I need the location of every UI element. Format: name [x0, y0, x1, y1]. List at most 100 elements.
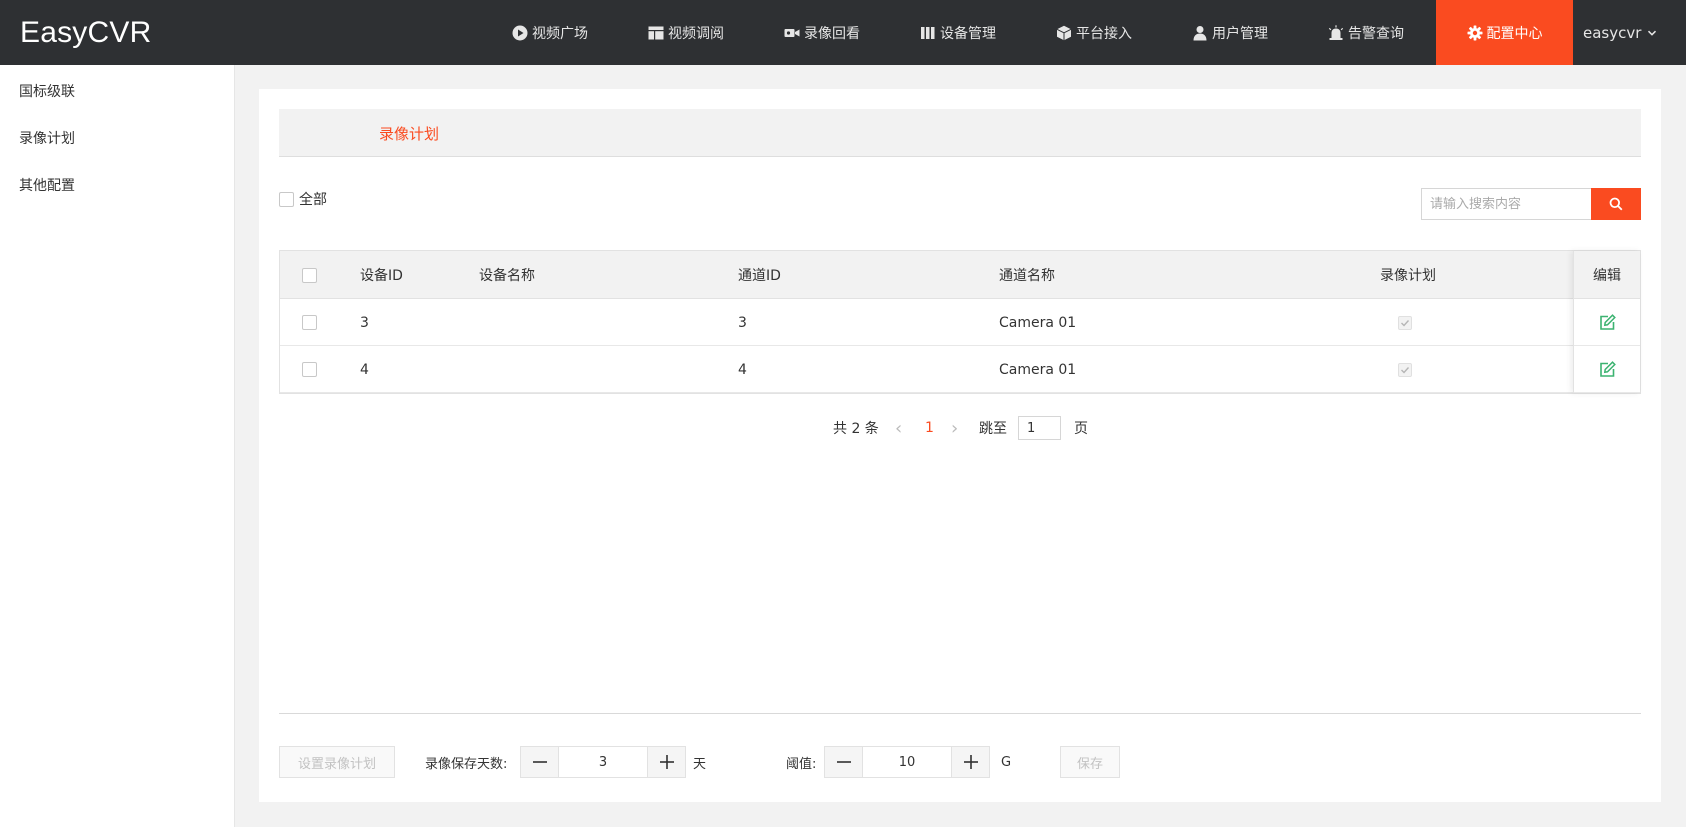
edit-icon: [1599, 313, 1616, 330]
col-record-plan: 录像计划: [1380, 268, 1436, 284]
select-all-label: 全部: [299, 192, 327, 208]
alarm-icon: [1328, 24, 1344, 40]
retention-decrement-button[interactable]: [521, 747, 558, 777]
sidebar-item-gb-cascade[interactable]: 国标级联: [19, 81, 75, 101]
retention-days-value[interactable]: 3: [558, 747, 648, 777]
row-checkbox[interactable]: [302, 315, 317, 330]
record-plan-checkbox: [1398, 362, 1412, 377]
minus-icon: [532, 761, 547, 763]
nav-item-platform-access[interactable]: 平台接入: [1056, 0, 1132, 65]
tab-bar: 录像计划: [279, 109, 1641, 157]
retention-unit: 天: [693, 756, 707, 772]
select-all-checkbox[interactable]: [279, 191, 294, 207]
nav-item-video-view[interactable]: 视频调阅: [648, 0, 724, 65]
columns-icon: [921, 26, 935, 39]
cell-channel-id: 4: [738, 361, 747, 378]
row-checkbox[interactable]: [302, 362, 317, 377]
edit-button[interactable]: [1574, 346, 1640, 393]
top-bar: EasyCVR 视频广场 视频调阅 录像回看 设备管理 平台接入 用户管理 告警: [0, 0, 1686, 65]
content-card: 录像计划 全部 设备ID 设备名称 通道ID 通道名称 录像计划 3 3 Cam…: [259, 89, 1661, 802]
nav-item-label: 视频调阅: [668, 25, 724, 42]
cell-channel-name: Camera 01: [999, 361, 1077, 378]
search-icon: [1609, 197, 1623, 211]
col-device-name: 设备名称: [479, 268, 535, 284]
set-record-plan-button[interactable]: 设置录像计划: [279, 746, 395, 778]
row-checkbox-cell: [302, 346, 317, 393]
record-plan-table: 设备ID 设备名称 通道ID 通道名称 录像计划 3 3 Camera 01 4…: [279, 250, 1641, 394]
plus-icon: [659, 755, 674, 769]
threshold-label: 阈值:: [786, 756, 817, 772]
col-edit: 编辑: [1574, 251, 1640, 299]
retention-days-label: 录像保存天数:: [425, 756, 508, 772]
pagination: 共 2 条 ‹ 1 › 跳至 页: [259, 416, 1661, 440]
retention-days-stepper: 3: [520, 746, 686, 778]
play-circle-icon: [512, 25, 528, 40]
pagination-total: 共 2 条: [833, 421, 879, 437]
nav-item-label: 平台接入: [1076, 25, 1132, 42]
nav-item-device-manage[interactable]: 设备管理: [920, 0, 996, 65]
jump-page-input[interactable]: [1018, 416, 1061, 440]
edit-button[interactable]: [1574, 299, 1640, 346]
video-camera-icon: [784, 28, 800, 37]
sidebar-item-record-plan[interactable]: 录像计划: [19, 128, 75, 148]
search-button[interactable]: [1591, 188, 1641, 220]
col-device-id: 设备ID: [360, 268, 403, 284]
threshold-value[interactable]: 10: [862, 747, 952, 777]
check-icon: [1401, 319, 1410, 327]
nav-item-config-center[interactable]: 配置中心: [1436, 0, 1573, 65]
cell-device-id: 4: [360, 361, 369, 378]
nav-item-label: 视频广场: [532, 25, 588, 42]
search-box: [1421, 188, 1641, 220]
page-unit-label: 页: [1074, 421, 1088, 437]
cube-icon: [1056, 25, 1072, 40]
plus-icon: [963, 755, 978, 769]
threshold-stepper: 10: [824, 746, 990, 778]
nav-item-video-square[interactable]: 视频广场: [512, 0, 588, 65]
cell-record-plan: [1398, 299, 1412, 346]
gear-icon: [1467, 25, 1482, 40]
edit-column: 编辑: [1573, 251, 1640, 393]
threshold-decrement-button[interactable]: [825, 747, 862, 777]
app-logo: EasyCVR: [20, 16, 152, 49]
cell-channel-id: 3: [738, 314, 747, 331]
check-icon: [1401, 366, 1410, 374]
prev-page-button[interactable]: ‹: [895, 416, 902, 440]
nav-item-label: 录像回看: [804, 25, 860, 42]
edit-icon: [1599, 360, 1616, 377]
cell-device-id: 3: [360, 314, 369, 331]
cell-channel-name: Camera 01: [999, 314, 1077, 331]
page-number[interactable]: 1: [925, 416, 934, 440]
nav-item-label: 用户管理: [1212, 25, 1268, 42]
nav-item-user-manage[interactable]: 用户管理: [1192, 0, 1268, 65]
record-plan-checkbox: [1398, 315, 1412, 330]
table-row: 4 4 Camera 01: [280, 346, 1640, 393]
table-row: 3 3 Camera 01: [280, 299, 1640, 346]
header-checkbox-cell: [302, 251, 317, 299]
select-all[interactable]: 全部: [279, 189, 327, 209]
username: easycvr: [1583, 23, 1642, 42]
threshold-unit: G: [1001, 754, 1012, 770]
nav-item-label: 告警查询: [1348, 25, 1404, 42]
nav-item-alarm-query[interactable]: 告警查询: [1328, 0, 1404, 65]
jump-label: 跳至: [979, 421, 1007, 437]
row-checkbox-cell: [302, 299, 317, 346]
nav-item-label: 设备管理: [940, 25, 996, 42]
user-menu[interactable]: easycvr: [1583, 0, 1657, 65]
search-input[interactable]: [1421, 188, 1591, 220]
col-channel-id: 通道ID: [738, 268, 781, 284]
save-button[interactable]: 保存: [1060, 746, 1120, 778]
tab-record-plan[interactable]: 录像计划: [379, 123, 439, 144]
header-checkbox[interactable]: [302, 267, 317, 283]
nav-item-playback[interactable]: 录像回看: [784, 0, 860, 65]
next-page-button[interactable]: ›: [951, 416, 958, 440]
sidebar-item-other-config[interactable]: 其他配置: [19, 175, 75, 195]
threshold-increment-button[interactable]: [952, 747, 989, 777]
footer-divider: [279, 713, 1641, 714]
table-header: 设备ID 设备名称 通道ID 通道名称 录像计划: [280, 251, 1640, 299]
cell-record-plan: [1398, 346, 1412, 393]
layout-icon: [648, 26, 664, 39]
retention-increment-button[interactable]: [648, 747, 685, 777]
minus-icon: [836, 761, 851, 763]
sidebar: 国标级联 录像计划 其他配置: [0, 65, 235, 827]
chevron-down-icon: [1648, 30, 1657, 36]
